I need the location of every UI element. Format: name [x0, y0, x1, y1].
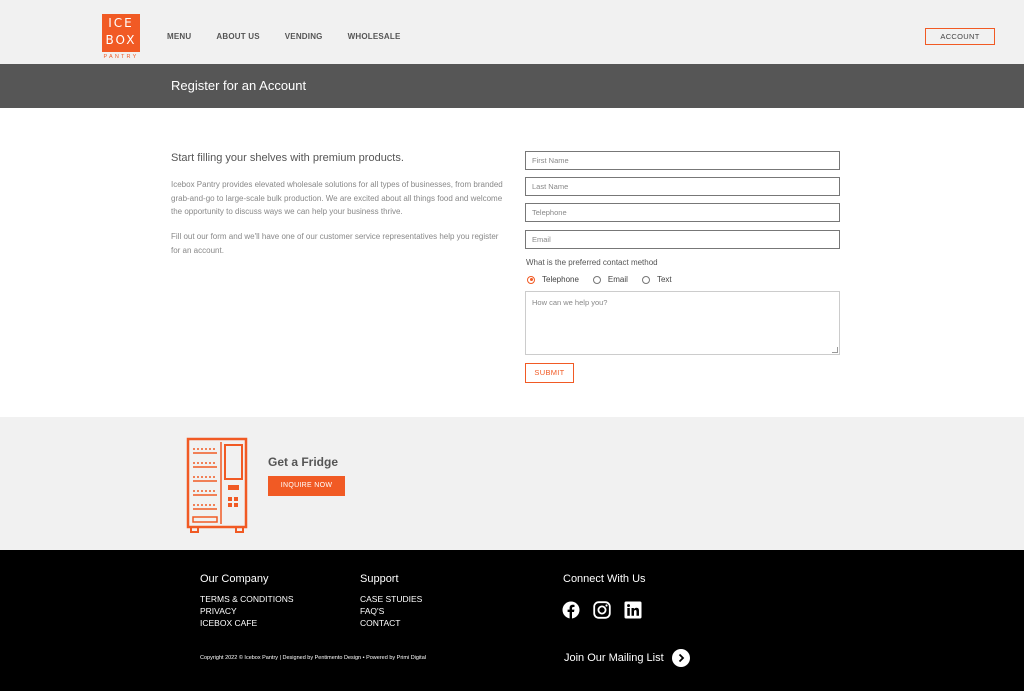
- logo-text-ice: ICE: [108, 16, 134, 30]
- facebook-icon[interactable]: [562, 601, 580, 619]
- footer-link-icebox-cafe[interactable]: ICEBOX CAFE: [200, 617, 257, 629]
- intro-paragraph: Icebox Pantry provides elevated wholesal…: [171, 180, 503, 216]
- footer-link-privacy[interactable]: PRIVACY: [200, 605, 237, 617]
- vending-machine-icon: [186, 437, 248, 533]
- arrow-right-icon[interactable]: [671, 649, 690, 667]
- intro-paragraph-form: Fill out our form and we'll have one of …: [171, 232, 499, 255]
- radio-text[interactable]: [641, 275, 650, 284]
- contact-method-group: Telephone Email Text: [527, 275, 686, 284]
- fridge-title: Get a Fridge: [268, 455, 339, 469]
- radio-email[interactable]: [592, 275, 601, 284]
- main-nav: MENU ABOUT US VENDING WHOLESALE: [167, 32, 426, 41]
- footer-link-contact[interactable]: CONTACT: [360, 617, 400, 629]
- message-textarea[interactable]: How can we help you?: [525, 291, 840, 355]
- footer-link-terms[interactable]: TERMS & CONDITIONS: [200, 593, 294, 605]
- footer-support-heading: Support: [360, 573, 399, 585]
- radio-telephone-label[interactable]: Telephone: [542, 275, 579, 284]
- mailing-list-label: Join Our Mailing List: [564, 652, 664, 664]
- footer-link-case-studies[interactable]: CASE STUDIES: [360, 593, 422, 605]
- contact-method-label: What is the preferred contact method: [526, 258, 658, 267]
- first-name-field[interactable]: First Name: [525, 151, 840, 170]
- nav-vending[interactable]: VENDING: [285, 32, 323, 41]
- page-title-bar: Register for an Account: [0, 64, 1024, 108]
- radio-email-label[interactable]: Email: [608, 275, 628, 284]
- copyright-text: Copyright 2022 © Icebox Pantry | Designe…: [200, 655, 426, 661]
- page-title: Register for an Account: [171, 78, 307, 93]
- linkedin-icon[interactable]: [624, 601, 642, 619]
- instagram-icon[interactable]: [593, 601, 611, 619]
- site-header: ICE BOX PANTRY MENU ABOUT US VENDING WHO…: [0, 0, 1024, 64]
- resize-handle-icon[interactable]: [832, 347, 838, 353]
- nav-about-us[interactable]: ABOUT US: [216, 32, 259, 41]
- account-button[interactable]: ACCOUNT: [925, 28, 995, 45]
- icebox-logo[interactable]: ICE BOX PANTRY: [102, 14, 140, 61]
- intro-heading: Start filling your shelves with premium …: [171, 152, 404, 164]
- nav-menu[interactable]: MENU: [167, 32, 191, 41]
- message-placeholder: How can we help you?: [532, 298, 608, 307]
- last-name-field[interactable]: Last Name: [525, 177, 840, 196]
- fridge-section: [0, 417, 1024, 550]
- site-footer: [0, 550, 1024, 691]
- radio-telephone[interactable]: [527, 275, 535, 284]
- inquire-now-button[interactable]: INQUIRE NOW: [268, 476, 345, 496]
- nav-wholesale[interactable]: WHOLESALE: [348, 32, 401, 41]
- footer-link-faqs[interactable]: FAQ'S: [360, 605, 384, 617]
- footer-company-heading: Our Company: [200, 573, 269, 585]
- radio-text-label[interactable]: Text: [657, 275, 672, 284]
- telephone-field[interactable]: Telephone: [525, 203, 840, 222]
- logo-text-box: BOX: [105, 33, 137, 47]
- logo-mark: ICE BOX: [102, 14, 140, 52]
- mailing-list-link[interactable]: Join Our Mailing List: [564, 649, 690, 667]
- email-field[interactable]: Email: [525, 230, 840, 249]
- submit-button[interactable]: SUBMIT: [525, 363, 574, 383]
- logo-text-pantry: PANTRY: [103, 54, 139, 60]
- footer-connect-heading: Connect With Us: [563, 573, 646, 585]
